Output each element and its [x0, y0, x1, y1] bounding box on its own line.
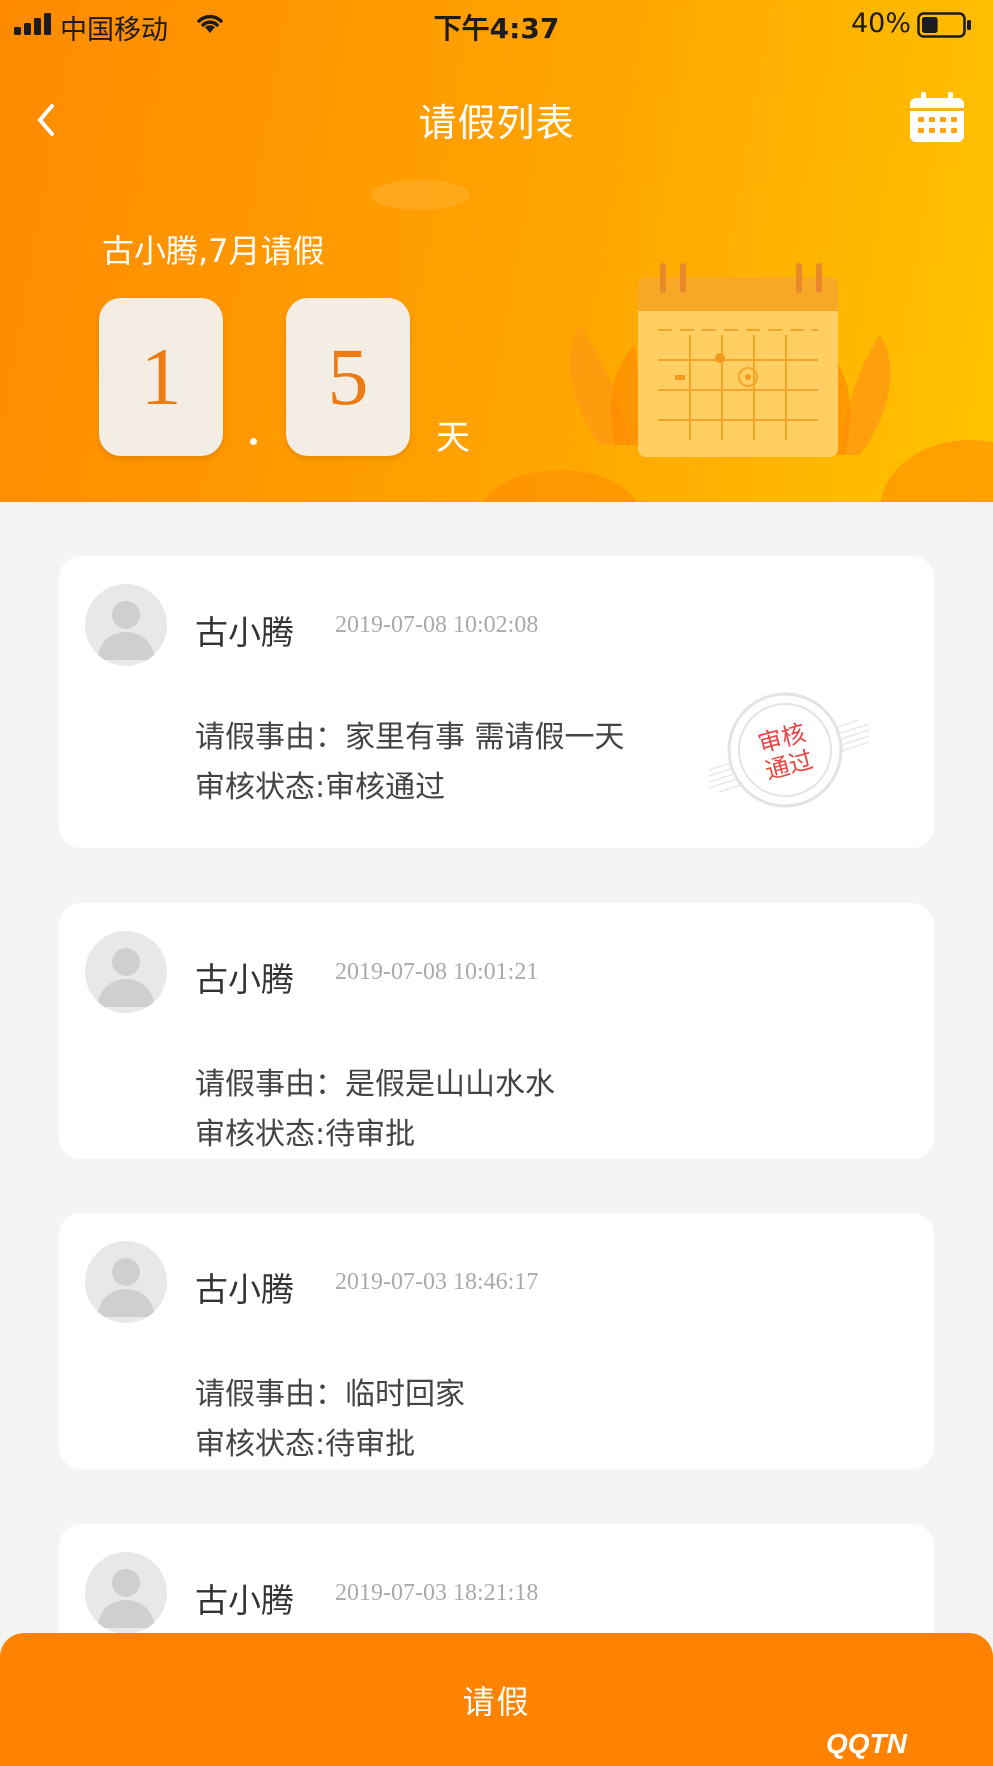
submit-time: 2019-07-03 18:46:17 [335, 1269, 539, 1295]
leave-record-card[interactable]: 古小腾 2019-07-08 10:02:08 请假事由：家里有事 需请假一天 … [59, 556, 934, 848]
applicant-name: 古小腾 [195, 960, 294, 999]
approval-status: 审核状态:待审批 [195, 1427, 416, 1462]
battery-icon [917, 12, 971, 38]
leave-record-card[interactable]: 古小腾 2019-07-08 10:01:21 请假事由：是假是山山水水 审核状… [59, 903, 934, 1159]
leave-reason: 请假事由：家里有事 需请假一天 [195, 720, 625, 755]
days-digit-2: 5 [286, 298, 410, 456]
calendar-icon[interactable] [908, 90, 966, 144]
approval-status: 审核状态:待审批 [195, 1117, 416, 1152]
leave-summary-text: 古小腾,7月请假 [102, 232, 325, 270]
site-watermark: QQTN [826, 1728, 907, 1759]
decor-blob [370, 180, 470, 210]
submit-time: 2019-07-08 10:02:08 [335, 612, 539, 638]
applicant-name: 古小腾 [195, 613, 294, 652]
header-banner: 中国移动 下午4:37 40% 请假列表 古小腾,7月请假 1 5 天 [0, 0, 993, 502]
leave-record-card[interactable]: 古小腾 2019-07-03 18:46:17 请假事由：临时回家 审核状态:待… [59, 1213, 934, 1469]
approved-stamp: 审核 通过 [709, 692, 869, 808]
decor-blob [480, 470, 640, 502]
page-title: 请假列表 [418, 101, 575, 145]
submit-time: 2019-07-08 10:01:21 [335, 959, 539, 985]
avatar [85, 584, 167, 666]
decimal-point [250, 438, 257, 445]
battery-percent: 40% [850, 8, 911, 39]
applicant-name: 古小腾 [195, 1581, 294, 1620]
avatar [85, 1241, 167, 1323]
applicant-name: 古小腾 [195, 1270, 294, 1309]
leave-reason: 请假事由：临时回家 [195, 1377, 465, 1412]
days-digit-1: 1 [99, 298, 223, 456]
leave-reason: 请假事由：是假是山山水水 [195, 1067, 555, 1102]
submit-time: 2019-07-03 18:21:18 [335, 1580, 539, 1606]
avatar [85, 931, 167, 1013]
calendar-illustration [569, 263, 891, 457]
days-unit: 天 [436, 418, 470, 458]
approval-status: 审核状态:审核通过 [195, 770, 446, 805]
status-time: 下午4:37 [433, 12, 560, 45]
status-bar: 中国移动 下午4:37 40% [0, 0, 993, 50]
avatar [85, 1552, 167, 1634]
